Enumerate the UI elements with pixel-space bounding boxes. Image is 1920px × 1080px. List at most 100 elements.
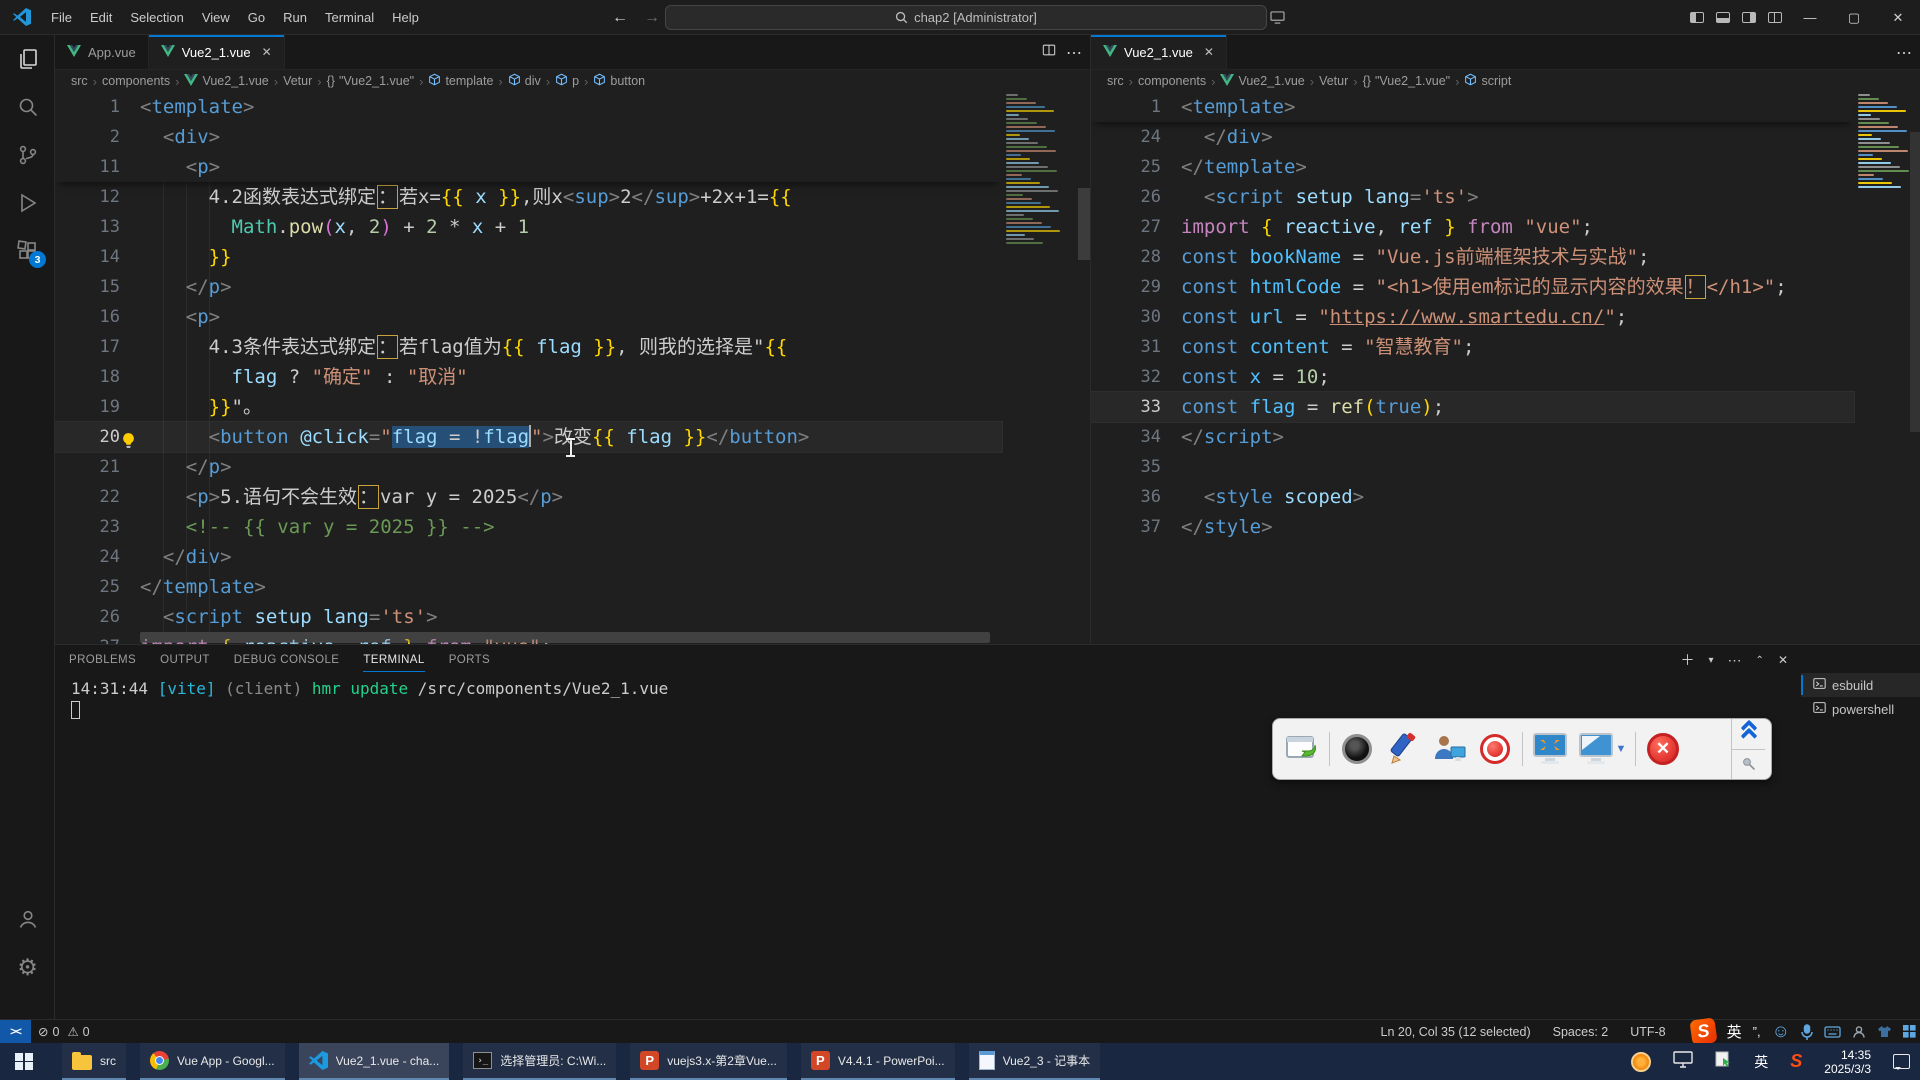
line-number[interactable]: 20 [55, 422, 120, 452]
code-line-24[interactable]: 24 </div> [1091, 122, 1854, 152]
code-line-27[interactable]: 27import { reactive, ref } from "vue"; [1091, 212, 1854, 242]
panel-tab-problems[interactable]: PROBLEMS [69, 645, 136, 675]
breadcrumb-item-Vetur[interactable]: Vetur [283, 74, 312, 88]
menu-terminal[interactable]: Terminal [316, 0, 383, 35]
left-code-area[interactable]: 1<template>2 <div>11 <p> 12 4.2函数表达式绑定：若… [55, 92, 1090, 644]
line-number[interactable]: 28 [1091, 242, 1161, 272]
go-back-icon[interactable]: ← [612, 9, 628, 27]
taskbar-button-vscode[interactable]: Vue2_1.vue - cha... [299, 1043, 450, 1080]
camera-lens-icon[interactable] [1334, 725, 1380, 773]
code-line-11[interactable]: 11 <p> [55, 152, 1002, 182]
tab-Vue2_1.vue[interactable]: Vue2_1.vue✕ [1091, 35, 1227, 69]
panel-tab-debug-console[interactable]: DEBUG CONSOLE [234, 645, 340, 675]
horizontal-scrollbar-left[interactable] [140, 632, 990, 643]
code-line-12[interactable]: 12 4.2函数表达式绑定：若x={{ x }},则x<sup>2</sup>+… [55, 182, 1002, 212]
customize-layout-icon[interactable] [1762, 0, 1788, 35]
menu-edit[interactable]: Edit [81, 0, 121, 35]
window-restore-icon[interactable] [1279, 725, 1325, 773]
line-number[interactable]: 26 [1091, 182, 1161, 212]
more-actions-icon[interactable]: ⋯ [1896, 43, 1912, 63]
code-line-15[interactable]: 15 </p> [55, 272, 1002, 302]
maximize-button[interactable]: ▢ [1832, 0, 1876, 35]
ime-shirt-icon[interactable] [1877, 1025, 1892, 1038]
status-item-utf8[interactable]: UTF-8 [1623, 1025, 1672, 1039]
start-button[interactable] [0, 1043, 48, 1080]
pin-toolbar-icon[interactable] [1732, 750, 1765, 780]
code-line-22[interactable]: 22 <p>5.语句不会生效：var y = 2025</p> [55, 482, 1002, 512]
line-number[interactable]: 32 [1091, 362, 1161, 392]
go-forward-icon[interactable]: → [644, 9, 660, 27]
line-number[interactable]: 19 [55, 392, 120, 422]
sogou-ime-icon[interactable]: S [1689, 1017, 1717, 1045]
panel-more-icon[interactable]: ⋯ [1728, 652, 1742, 669]
menu-go[interactable]: Go [239, 0, 274, 35]
panel-maximize-icon[interactable]: ⌃ [1756, 655, 1764, 666]
line-number[interactable]: 36 [1091, 482, 1161, 512]
ime-keyboard-icon[interactable] [1824, 1026, 1841, 1038]
tray-app-icon[interactable] [1631, 1052, 1651, 1072]
line-number[interactable]: 33 [1091, 392, 1161, 422]
breadcrumb-item-div[interactable]: div [508, 73, 541, 89]
menu-run[interactable]: Run [274, 0, 316, 35]
panel-tab-terminal[interactable]: TERMINAL [363, 645, 424, 675]
status-item-spaces[interactable]: Spaces: 2 [1546, 1025, 1616, 1039]
line-number[interactable]: 25 [55, 572, 120, 602]
line-number[interactable]: 21 [55, 452, 120, 482]
line-number[interactable]: 12 [55, 182, 120, 212]
command-center-search[interactable]: chap2 [Administrator] [665, 5, 1267, 30]
minimize-button[interactable]: — [1788, 0, 1832, 35]
tray-lang-indicator[interactable]: 英 [1754, 1052, 1768, 1072]
ime-toolbox-icon[interactable] [1903, 1025, 1916, 1038]
close-button[interactable]: ✕ [1876, 0, 1920, 35]
code-line-31[interactable]: 31const content = "智慧教育"; [1091, 332, 1854, 362]
breadcrumb-item-Vue21vue[interactable]: {}"Vue2_1.vue" [1363, 74, 1451, 88]
extensions-icon[interactable]: 3 [0, 227, 55, 275]
code-line-1[interactable]: 1<template> [55, 92, 1002, 122]
screen-select-icon[interactable]: ▼ [1573, 725, 1631, 773]
ime-mic-icon[interactable] [1801, 1024, 1813, 1040]
line-number[interactable]: 30 [1091, 302, 1161, 332]
fit-screen-icon[interactable] [1527, 725, 1573, 773]
code-line-19[interactable]: 19 }}"。 [55, 392, 1002, 422]
dropdown-arrow-icon[interactable]: ▼ [1616, 743, 1627, 755]
code-line-25[interactable]: 25</template> [1091, 152, 1854, 182]
taskbar-button-ppt[interactable]: PV4.4.1 - PowerPoi... [801, 1043, 955, 1080]
panel-tab-ports[interactable]: PORTS [449, 645, 490, 675]
status-item-ln20col3512selected[interactable]: Ln 20, Col 35 (12 selected) [1374, 1025, 1538, 1039]
tab-Vue2_1.vue[interactable]: Vue2_1.vue✕ [149, 35, 285, 69]
taskbar-button-chrome[interactable]: Vue App - Googl... [140, 1043, 285, 1080]
code-line-26[interactable]: 26 <script setup lang='ts'> [55, 602, 1002, 632]
account-icon[interactable] [0, 895, 55, 943]
code-line-32[interactable]: 32const x = 10; [1091, 362, 1854, 392]
terminal-instance-esbuild[interactable]: esbuild [1801, 673, 1920, 697]
toggle-secondary-sidebar-icon[interactable] [1736, 0, 1762, 35]
taskbar-button-folder[interactable]: src [62, 1043, 126, 1080]
code-line-33[interactable]: 33const flag = ref(true); [1091, 392, 1854, 422]
line-number[interactable]: 15 [55, 272, 120, 302]
breadcrumb-item-Vetur[interactable]: Vetur [1319, 74, 1348, 88]
line-number[interactable]: 37 [1091, 512, 1161, 542]
line-number[interactable]: 1 [1091, 92, 1161, 122]
breadcrumb-item-components[interactable]: components [1138, 74, 1206, 88]
presenter-icon[interactable] [1426, 725, 1472, 773]
source-control-icon[interactable] [0, 131, 55, 179]
toggle-primary-sidebar-icon[interactable] [1684, 0, 1710, 35]
problems-status[interactable]: ⊘0 ⚠0 [31, 1024, 97, 1039]
code-line-21[interactable]: 21 </p> [55, 452, 1002, 482]
taskbar-clock[interactable]: 14:35 2025/3/3 [1824, 1048, 1871, 1076]
collapse-toolbar-icon[interactable] [1732, 719, 1765, 750]
line-number[interactable]: 13 [55, 212, 120, 242]
code-line-29[interactable]: 29const htmlCode = "<h1>使用em标记的显示内容的效果！<… [1091, 272, 1854, 302]
line-number[interactable]: 31 [1091, 332, 1161, 362]
line-number[interactable]: 29 [1091, 272, 1161, 302]
breadcrumb-item-p[interactable]: p [555, 73, 579, 89]
tab-close-icon[interactable]: ✕ [1204, 45, 1214, 59]
line-number[interactable]: 27 [1091, 212, 1161, 242]
terminal-dropdown-icon[interactable]: ▾ [1709, 655, 1714, 666]
new-terminal-icon[interactable]: ＋ [1681, 650, 1695, 670]
panel-tab-output[interactable]: OUTPUT [160, 645, 210, 675]
breadcrumb-item-Vue21vue[interactable]: Vue2_1.vue [1220, 74, 1304, 89]
code-line-17[interactable]: 17 4.3条件表达式绑定：若flag值为{{ flag }}, 则我的选择是"… [55, 332, 1002, 362]
tray-display-icon[interactable] [1673, 1051, 1693, 1073]
toggle-panel-icon[interactable] [1710, 0, 1736, 35]
